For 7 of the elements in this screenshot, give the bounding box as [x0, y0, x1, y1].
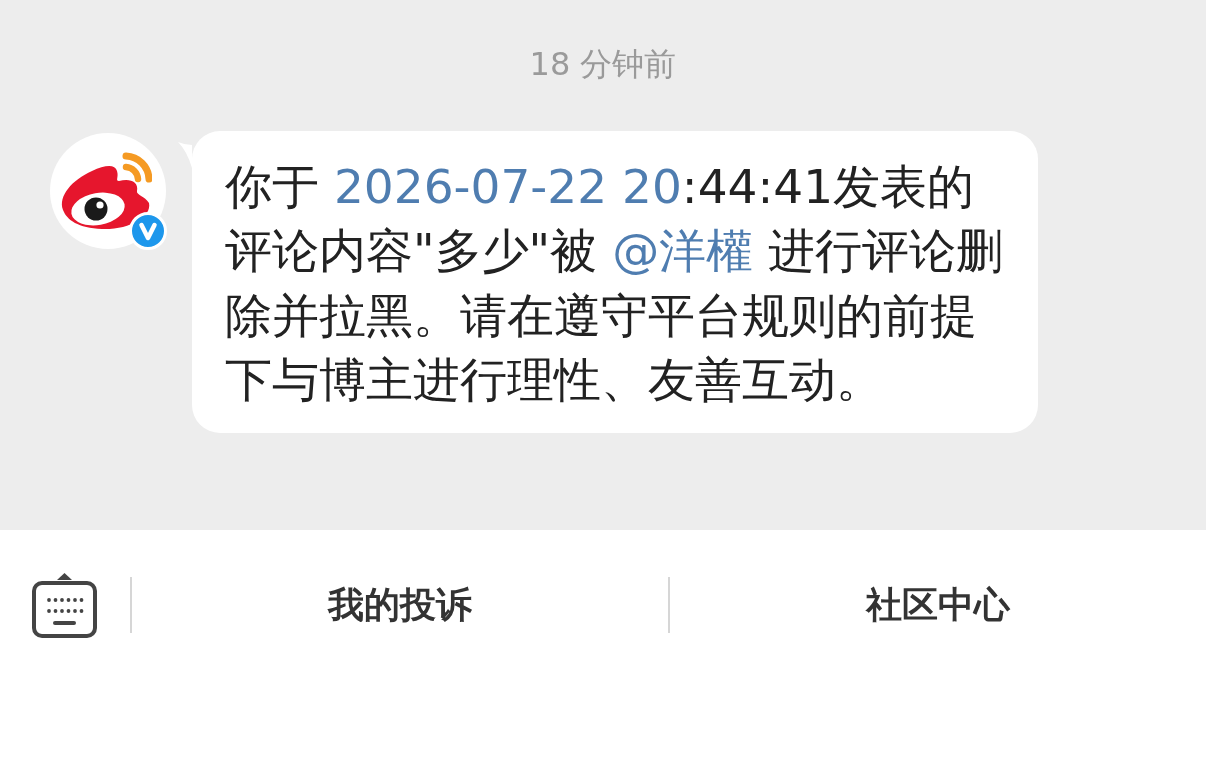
date-link[interactable]: 2026-07-22 20	[333, 159, 682, 214]
keyboard-icon[interactable]	[32, 572, 97, 638]
timestamp: 18 分钟前	[529, 44, 677, 85]
action-button[interactable]: 我的投诉	[328, 581, 472, 629]
mention-link[interactable]: @洋權	[612, 223, 754, 279]
message-text: 你于 2026-07-22 20:44:41发表的评论内容"多少"被 @洋權 进行评论删除并拉黑。请在遵守平台规则的前提下与博主进行理性、友善互动。	[225, 158, 1005, 409]
action-button[interactable]: 社区中心	[866, 581, 1010, 629]
